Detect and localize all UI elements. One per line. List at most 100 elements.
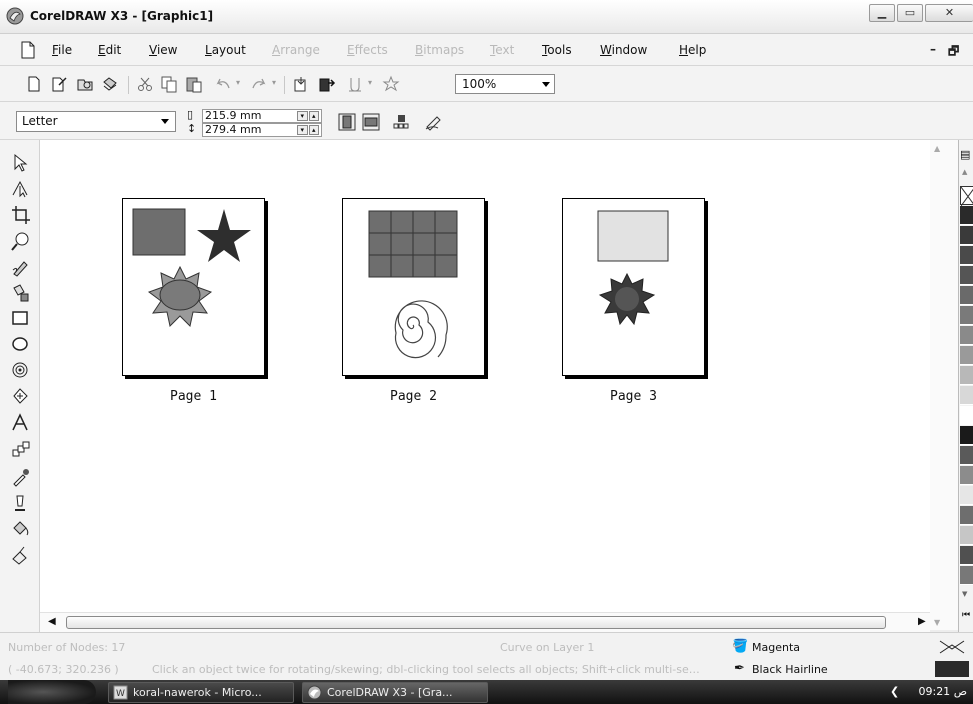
eyedropper-tool-icon[interactable] xyxy=(10,466,32,488)
interactive-blend-tool-icon[interactable] xyxy=(10,440,32,462)
palette-swatch[interactable] xyxy=(960,506,973,525)
portrait-orientation-icon[interactable] xyxy=(338,113,356,131)
palette-swatch[interactable] xyxy=(960,446,973,465)
all-pages-icon[interactable] xyxy=(392,113,410,131)
palette-swatch[interactable] xyxy=(960,486,973,505)
palette-swatch[interactable] xyxy=(960,546,973,565)
page-thumbnail-3[interactable] xyxy=(562,198,705,376)
cut-icon[interactable] xyxy=(136,75,154,93)
rectangle-tool-icon[interactable] xyxy=(10,308,32,330)
scroll-up-icon[interactable]: ▲ xyxy=(934,144,940,153)
palette-swatch[interactable] xyxy=(960,366,973,385)
vertical-scrollbar[interactable]: ▲ ▼ xyxy=(930,140,958,630)
palette-swatch[interactable] xyxy=(960,266,973,285)
menu-effects[interactable]: Effects xyxy=(347,43,388,57)
palette-swatch[interactable] xyxy=(960,406,973,425)
palette-swatch[interactable] xyxy=(960,206,973,225)
menu-arrange[interactable]: Arrange xyxy=(272,43,320,57)
smart-fill-tool-icon[interactable] xyxy=(10,282,32,304)
palette-menu-icon[interactable]: ▤ xyxy=(960,148,970,161)
scroll-right-icon[interactable]: ▶ xyxy=(918,616,926,627)
copy-icon[interactable] xyxy=(160,75,178,93)
export-icon[interactable] xyxy=(318,75,336,93)
redo-icon[interactable] xyxy=(250,75,268,93)
save-icon[interactable] xyxy=(101,75,119,93)
palette-swatch[interactable] xyxy=(960,426,973,445)
paste-icon[interactable] xyxy=(185,75,203,93)
palette-swatch[interactable] xyxy=(960,286,973,305)
drawing-canvas[interactable]: Page 1 Page 2 Page 3 xyxy=(40,140,930,612)
palette-scroll-up-icon[interactable]: ▲ xyxy=(962,168,967,176)
new-from-template-icon[interactable] xyxy=(50,75,68,93)
palette-swatch[interactable] xyxy=(960,346,973,365)
landscape-orientation-icon[interactable] xyxy=(362,113,380,131)
menu-window[interactable]: Window xyxy=(600,43,647,57)
new-document-icon[interactable] xyxy=(25,75,43,93)
open-icon[interactable] xyxy=(76,75,94,93)
freehand-tool-icon[interactable] xyxy=(10,256,32,278)
welcome-screen-icon[interactable] xyxy=(382,75,400,93)
menu-text[interactable]: Text xyxy=(490,43,514,57)
mdi-restore-button[interactable]: 🗗 xyxy=(948,42,959,63)
import-icon[interactable] xyxy=(292,75,310,93)
units-icon[interactable] xyxy=(424,113,442,131)
start-button[interactable] xyxy=(8,680,96,704)
page-width-field[interactable]: 215.9 mm ▾ ▴ xyxy=(202,109,322,123)
document-icon[interactable] xyxy=(20,41,36,59)
menu-layout[interactable]: Layout xyxy=(205,43,246,57)
application-launcher-icon[interactable] xyxy=(346,75,364,93)
tray-expand-icon[interactable]: ❮ xyxy=(890,685,899,698)
page-thumbnail-1[interactable] xyxy=(122,198,265,376)
no-color-swatch[interactable] xyxy=(960,186,973,207)
page-height-spinner[interactable]: ▾ ▴ xyxy=(297,125,319,135)
text-tool-icon[interactable] xyxy=(10,412,32,434)
pick-tool-icon[interactable] xyxy=(10,152,32,174)
crop-tool-icon[interactable] xyxy=(10,204,32,226)
taskbar-item-word[interactable]: W koral-nawerok - Micro... xyxy=(108,682,294,703)
palette-scroll-down-icon[interactable]: ▼ xyxy=(962,590,967,598)
scroll-down-icon[interactable]: ▼ xyxy=(934,618,940,627)
menu-edit[interactable]: Edit xyxy=(98,43,121,57)
menu-file[interactable]: File xyxy=(52,43,72,57)
outline-tool-icon[interactable] xyxy=(10,492,32,514)
redo-dropdown-icon[interactable]: ▾ xyxy=(272,78,276,87)
minimize-button[interactable]: ▁ xyxy=(869,4,895,22)
ellipse-tool-icon[interactable] xyxy=(10,334,32,356)
menu-bitmaps[interactable]: Bitmaps xyxy=(415,43,464,57)
horizontal-scrollbar[interactable]: ◀ ▶ xyxy=(40,612,930,632)
outline-status[interactable]: Black Hairline xyxy=(752,663,828,676)
menu-view[interactable]: View xyxy=(149,43,177,57)
horizontal-scroll-thumb[interactable] xyxy=(66,616,886,629)
shape-tool-icon[interactable] xyxy=(10,178,32,200)
page-height-field[interactable]: 279.4 mm ▾ ▴ xyxy=(202,123,322,137)
fill-tool-icon[interactable] xyxy=(10,518,32,540)
palette-swatch[interactable] xyxy=(960,386,973,405)
page-thumbnail-2[interactable] xyxy=(342,198,485,376)
palette-swatch[interactable] xyxy=(960,246,973,265)
zoom-level-select[interactable]: 100% xyxy=(455,74,555,94)
paper-type-select[interactable]: Letter xyxy=(16,111,176,132)
page-width-spinner[interactable]: ▾ ▴ xyxy=(297,111,319,121)
palette-swatch[interactable] xyxy=(960,226,973,245)
palette-swatch[interactable] xyxy=(960,326,973,345)
maximize-button[interactable]: ▭ xyxy=(897,4,923,22)
scroll-left-icon[interactable]: ◀ xyxy=(48,616,56,627)
menu-help[interactable]: Help xyxy=(679,43,706,57)
interactive-fill-tool-icon[interactable] xyxy=(10,544,32,566)
launcher-dropdown-icon[interactable]: ▾ xyxy=(368,78,372,87)
fill-color-status[interactable]: Magenta xyxy=(752,641,800,654)
spiral-tool-icon[interactable] xyxy=(10,360,32,382)
undo-dropdown-icon[interactable]: ▾ xyxy=(236,78,240,87)
palette-swatch[interactable] xyxy=(960,466,973,485)
undo-icon[interactable] xyxy=(214,75,232,93)
palette-swatch[interactable] xyxy=(960,566,973,585)
palette-swatch[interactable] xyxy=(960,526,973,545)
palette-first-icon[interactable]: ⏮ xyxy=(962,610,970,620)
menu-tools[interactable]: Tools xyxy=(542,43,572,57)
zoom-tool-icon[interactable] xyxy=(10,230,32,252)
close-button[interactable]: ✕ xyxy=(925,4,973,22)
palette-swatch[interactable] xyxy=(960,306,973,325)
basic-shapes-tool-icon[interactable] xyxy=(10,386,32,408)
taskbar-item-coreldraw[interactable]: CorelDRAW X3 - [Gra... xyxy=(302,682,488,703)
mdi-minimize-button[interactable]: – xyxy=(930,42,936,56)
